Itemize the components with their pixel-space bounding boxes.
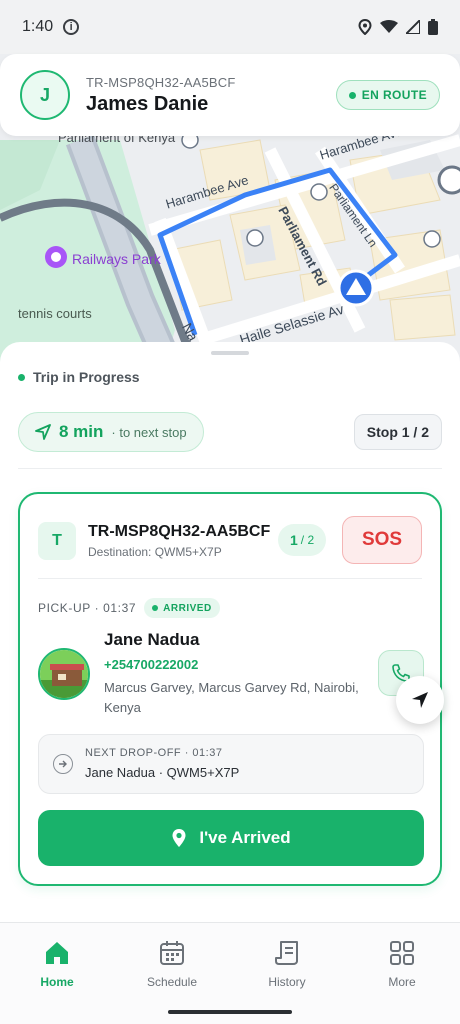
- status-badge: EN ROUTE: [335, 80, 440, 110]
- trip-status-dot: [18, 373, 25, 381]
- nav-label: Home: [40, 975, 74, 989]
- signal-icon: [406, 20, 420, 34]
- stop-count: 1 / 2: [278, 524, 327, 556]
- passenger-phone[interactable]: +254700222002: [104, 657, 198, 672]
- trip-status: Trip in Progress: [18, 369, 140, 385]
- eta-pill: 8 min · to next stop: [18, 412, 204, 452]
- sheet-handle[interactable]: [211, 351, 249, 355]
- arrived-button[interactable]: I've Arrived: [38, 810, 424, 866]
- map-label: Railways Park: [72, 251, 161, 267]
- status-icons: [358, 19, 438, 35]
- wifi-icon: [380, 20, 398, 33]
- map-label: tennis courts: [18, 306, 92, 321]
- nav-label: History: [268, 975, 306, 989]
- arrow-right-icon: [53, 754, 73, 774]
- eta-value: 8 min: [59, 422, 104, 441]
- passenger-address: Marcus Garvey, Marcus Garvey Rd, Nairobi…: [104, 680, 359, 715]
- arrived-dot: [152, 605, 159, 611]
- bottom-nav: Home Schedule History More: [0, 922, 460, 1024]
- trip-id: TR-MSP8QH32-AA5BCF: [86, 74, 236, 90]
- next-dropoff-label: NEXT DROP-OFF · 01:37: [85, 747, 223, 759]
- divider: [38, 578, 422, 579]
- driver-name: James Danie: [86, 92, 209, 115]
- arrived-label: ARRIVED: [163, 602, 212, 614]
- home-icon: [46, 942, 68, 964]
- eta-suffix: · to next stop: [111, 424, 187, 440]
- arrived-button-label: I've Arrived: [199, 828, 291, 847]
- pickup-label: PICK-UP · 01:37: [38, 601, 137, 615]
- recenter-button[interactable]: [396, 676, 444, 724]
- battery-icon: [428, 19, 438, 35]
- navigation-icon: [412, 692, 428, 708]
- status-dot: [348, 91, 356, 99]
- stop-card: T TR-MSP8QH32-AA5BCF Destination: QWM5+X…: [18, 492, 442, 886]
- status-bar: 1:40 i: [0, 0, 460, 54]
- home-indicator[interactable]: [168, 1010, 292, 1014]
- calendar-icon: [160, 941, 184, 965]
- nav-more[interactable]: More: [357, 939, 447, 989]
- bottom-sheet: Trip in Progress 8 min · to next stop St…: [0, 342, 460, 922]
- passenger-name: Jane Nadua: [104, 630, 200, 649]
- nav-label: Schedule: [146, 975, 198, 989]
- trip-status-label: Trip in Progress: [33, 369, 140, 385]
- stop-indicator: Stop 1 / 2: [353, 414, 442, 450]
- stop-count-total: / 2: [300, 533, 315, 547]
- receipt-icon: [275, 941, 298, 965]
- nav-schedule[interactable]: Schedule: [127, 939, 217, 989]
- nav-label: More: [388, 975, 416, 989]
- next-dropoff-value: Jane Nadua · QWM5+X7P: [85, 765, 240, 780]
- nav-home[interactable]: Home: [12, 939, 102, 989]
- status-time: 1:40: [22, 18, 54, 35]
- info-icon: i: [63, 19, 80, 35]
- status-label: EN ROUTE: [361, 88, 427, 102]
- grid-icon: [390, 941, 414, 965]
- passenger-photo: [40, 650, 88, 698]
- passenger-avatar: [38, 648, 90, 700]
- location-pin-icon: [172, 829, 186, 847]
- card-trip-id: TR-MSP8QH32-AA5BCF: [88, 523, 271, 540]
- driver-header: J TR-MSP8QH32-AA5BCF James Danie EN ROUT…: [0, 54, 460, 136]
- avatar[interactable]: J: [20, 70, 70, 120]
- location-icon: [358, 19, 372, 35]
- pickup-row: PICK-UP · 01:37 ARRIVED: [38, 598, 220, 618]
- card-destination: Destination: QWM5+X7P: [88, 545, 222, 559]
- trip-badge: T: [38, 522, 76, 560]
- sos-button[interactable]: SOS: [342, 516, 422, 564]
- nav-history[interactable]: History: [242, 939, 332, 989]
- divider: [18, 468, 442, 469]
- next-dropoff: NEXT DROP-OFF · 01:37 Jane Nadua · QWM5+…: [38, 734, 424, 794]
- stop-count-current: 1: [290, 532, 298, 548]
- arrived-badge: ARRIVED: [144, 598, 220, 618]
- navigation-arrow-icon: [35, 424, 51, 440]
